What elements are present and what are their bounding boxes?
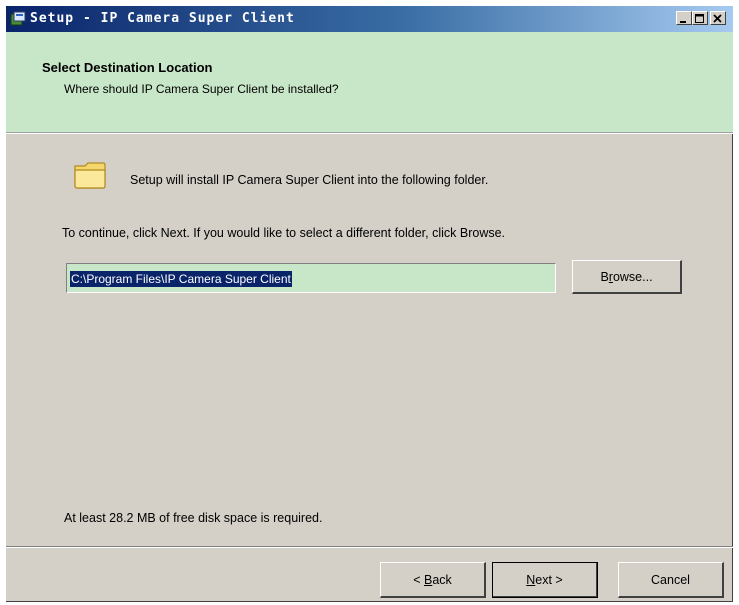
- setup-app-icon: [10, 11, 26, 26]
- next-button[interactable]: Next >: [492, 562, 598, 598]
- maximize-button[interactable]: [692, 11, 708, 25]
- disk-space-requirement: At least 28.2 MB of free disk space is r…: [64, 511, 323, 525]
- next-label-accel: N: [526, 572, 536, 587]
- back-label-post: ack: [432, 572, 452, 587]
- destination-path-value[interactable]: C:\Program Files\IP Camera Super Client: [70, 271, 292, 287]
- close-icon: [713, 14, 722, 23]
- minimize-button[interactable]: [676, 11, 692, 25]
- destination-path-input[interactable]: C:\Program Files\IP Camera Super Client: [66, 263, 556, 293]
- setup-window: Setup - IP Camera Super Client Select De…: [6, 6, 733, 602]
- minimize-icon: [680, 21, 686, 23]
- maximize-icon: [695, 14, 704, 23]
- continue-instructions: To continue, click Next. If you would li…: [62, 226, 506, 240]
- title-bar[interactable]: Setup - IP Camera Super Client: [6, 6, 733, 32]
- folder-icon: [74, 162, 106, 189]
- next-label-post: ext >: [535, 572, 563, 587]
- back-button[interactable]: < Back: [380, 562, 486, 598]
- page-title: Select Destination Location: [42, 60, 213, 75]
- footer-divider-highlight: [6, 547, 733, 548]
- header-divider: [6, 133, 733, 134]
- browse-label-pre: B: [600, 269, 609, 284]
- window-title: Setup - IP Camera Super Client: [30, 11, 295, 26]
- close-button[interactable]: [710, 11, 726, 25]
- install-description: Setup will install IP Camera Super Clien…: [130, 173, 489, 187]
- cancel-button[interactable]: Cancel: [618, 562, 724, 598]
- wizard-header: Select Destination Location Where should…: [6, 32, 733, 133]
- page-subtitle: Where should IP Camera Super Client be i…: [64, 82, 339, 96]
- back-label-pre: <: [413, 572, 424, 587]
- cancel-label: Cancel: [651, 572, 690, 587]
- back-label-accel: B: [423, 572, 433, 587]
- browse-button[interactable]: Br owse...: [572, 260, 682, 294]
- browse-label-post: owse...: [612, 269, 653, 284]
